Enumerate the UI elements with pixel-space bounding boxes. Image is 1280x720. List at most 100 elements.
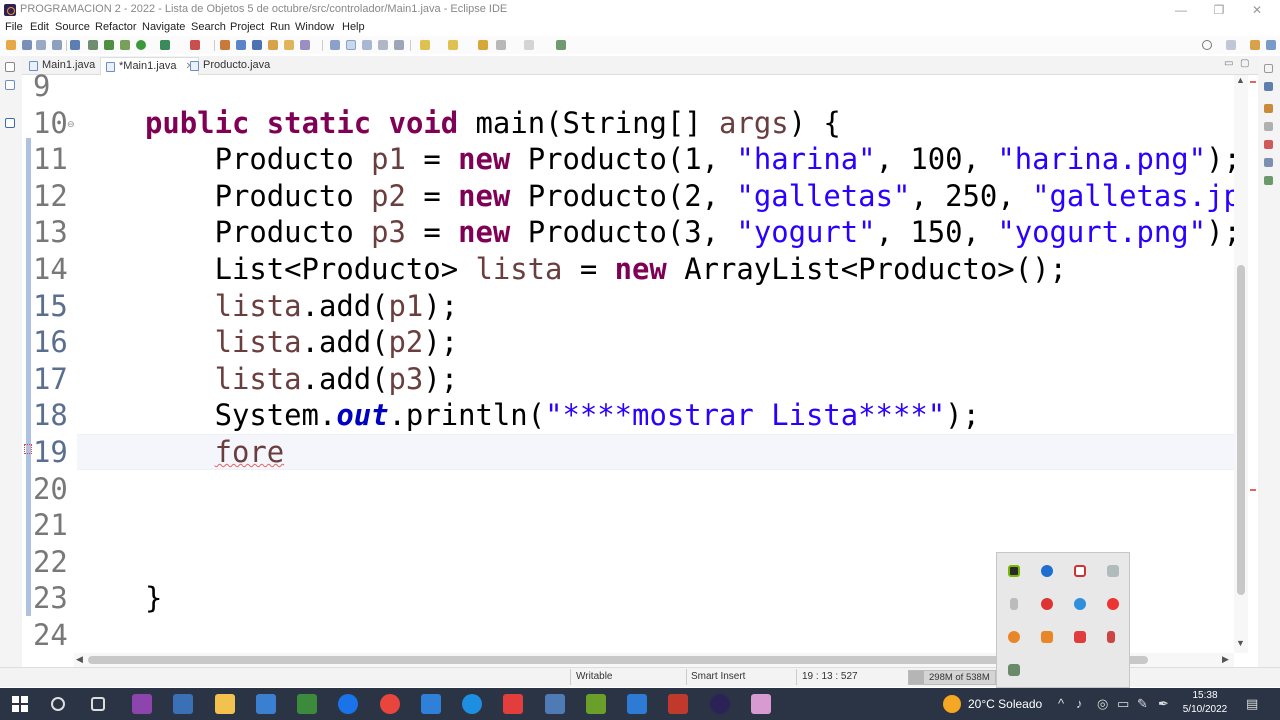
last-edit-location-icon[interactable] — [478, 40, 488, 50]
code-line[interactable]: 11 Producto p1 = new Producto(1, "harina… — [0, 141, 1241, 177]
menu-source[interactable]: Source — [55, 21, 90, 33]
scroll-thumb[interactable] — [88, 656, 1148, 664]
scroll-left-icon[interactable]: ◀ — [76, 654, 83, 665]
spreadsheet-app-icon[interactable] — [297, 694, 317, 714]
vscode-icon[interactable] — [421, 694, 441, 714]
notifications-icon[interactable]: ▤ — [1246, 696, 1258, 712]
maximize-button[interactable]: ❐ — [1200, 0, 1238, 20]
menu-file[interactable]: File — [5, 21, 23, 33]
chrome-icon[interactable] — [380, 694, 400, 714]
code-text[interactable]: Producto p1 = new Producto(1, "harina", … — [145, 141, 1241, 177]
code-line[interactable]: 13 Producto p3 = new Producto(3, "yogurt… — [0, 214, 1241, 250]
code-line[interactable]: 17 lista.add(p3); — [0, 361, 1240, 397]
code-text[interactable]: fore — [145, 434, 285, 470]
error-annotation-marker[interactable] — [1250, 489, 1256, 491]
close-button[interactable]: ✕ — [1238, 0, 1276, 20]
teamviewer-app-icon[interactable] — [462, 694, 482, 714]
chevron-up-icon[interactable]: ^ — [1058, 696, 1064, 711]
cloud-offline-icon[interactable] — [1107, 565, 1119, 577]
menu-edit[interactable]: Edit — [30, 21, 49, 33]
minimize-button[interactable]: — — [1162, 0, 1200, 20]
previous-annotation-icon[interactable] — [448, 40, 458, 50]
pilcrow-icon[interactable] — [394, 40, 404, 50]
ink-workspace-icon[interactable]: ✒ — [1158, 696, 1169, 712]
debug-icon[interactable] — [104, 40, 114, 50]
scroll-thumb[interactable] — [1237, 265, 1245, 595]
skip-breakpoints-icon[interactable] — [88, 40, 98, 50]
office-icon[interactable] — [1041, 631, 1053, 643]
scroll-up-icon[interactable]: ▲ — [1236, 75, 1245, 85]
code-line[interactable]: 9 — [0, 68, 1240, 104]
external-tools-icon[interactable] — [160, 40, 170, 50]
new-class-icon[interactable] — [252, 40, 262, 50]
screen-recorder-icon[interactable] — [1041, 598, 1053, 610]
code-line[interactable]: 10 public static void main(String[] args)… — [0, 105, 1240, 141]
globe-icon[interactable]: ◎ — [1097, 696, 1108, 712]
new-java-project-icon[interactable] — [220, 40, 230, 50]
code-text[interactable]: Producto p2 = new Producto(2, "galletas"… — [145, 178, 1241, 214]
volume-icon[interactable]: ♪ — [1076, 696, 1083, 711]
code-text[interactable]: Producto p3 = new Producto(3, "yogurt", … — [145, 214, 1241, 250]
next-annotation-icon[interactable] — [420, 40, 430, 50]
eclipse-taskbar-icon[interactable] — [710, 694, 730, 714]
mail-app-icon[interactable] — [338, 694, 358, 714]
heap-status[interactable]: 298M of 538M — [908, 670, 996, 685]
weather-label[interactable]: 20°C Soleado — [968, 697, 1042, 711]
code-line[interactable]: 19 fore — [0, 434, 1240, 470]
bluetooth-icon[interactable] — [1041, 565, 1053, 577]
menu-refactor[interactable]: Refactor — [95, 21, 137, 33]
latex-editor-icon[interactable] — [586, 694, 606, 714]
run-icon[interactable] — [136, 40, 146, 50]
problems-icon[interactable] — [1264, 122, 1273, 131]
toggle-block-selection-icon[interactable] — [346, 40, 356, 50]
save-icon[interactable] — [22, 40, 32, 50]
toggle-mark-occurrences-icon[interactable] — [330, 40, 340, 50]
word-wrap-icon[interactable] — [378, 40, 388, 50]
vertical-scrollbar[interactable]: ▲ ▼ — [1234, 75, 1248, 653]
console-icon[interactable] — [1264, 176, 1273, 185]
code-line[interactable]: 18 System.out.println("****mostrar Lista… — [0, 397, 1240, 433]
usb-device-icon[interactable] — [1010, 598, 1018, 610]
menu-window[interactable]: Window — [295, 21, 334, 33]
menu-help[interactable]: Help — [342, 21, 365, 33]
nvidia-icon[interactable] — [1008, 565, 1020, 577]
code-text[interactable]: lista.add(p2); — [145, 324, 459, 360]
menu-run[interactable]: Run — [270, 21, 290, 33]
forward-icon[interactable] — [524, 40, 534, 50]
new-package-icon[interactable] — [236, 40, 246, 50]
menu-project[interactable]: Project — [230, 21, 264, 33]
desktop-app-icon[interactable] — [256, 694, 276, 714]
winrar-icon[interactable] — [668, 694, 688, 714]
search-tool-icon[interactable] — [300, 40, 310, 50]
open-task-icon[interactable] — [284, 40, 294, 50]
error-annotation-marker[interactable] — [1250, 81, 1256, 83]
back-icon[interactable] — [496, 40, 506, 50]
pin-editor-icon[interactable] — [556, 40, 566, 50]
java-ee-perspective-icon[interactable] — [1250, 40, 1260, 50]
declaration-icon[interactable] — [1264, 158, 1273, 167]
restore-icon[interactable] — [1264, 64, 1273, 73]
menu-search[interactable]: Search — [191, 21, 226, 33]
record-icon[interactable] — [1107, 598, 1119, 610]
pen-tool-icon[interactable] — [1107, 631, 1115, 643]
save-all-icon[interactable] — [36, 40, 46, 50]
scroll-down-icon[interactable]: ▼ — [1236, 638, 1245, 648]
task-view-icon[interactable] — [91, 697, 105, 711]
photos-app-icon[interactable] — [627, 694, 647, 714]
database-app-icon[interactable] — [545, 694, 565, 714]
battery-icon[interactable]: ▭ — [1117, 696, 1129, 712]
insert-mode-status[interactable]: Smart Insert — [691, 671, 745, 682]
security-shield-icon[interactable] — [1074, 565, 1086, 577]
overview-ruler[interactable] — [1248, 75, 1258, 653]
code-line[interactable]: 20 — [0, 471, 1240, 507]
recorder-app-icon[interactable] — [503, 694, 523, 714]
stop-icon[interactable] — [190, 40, 200, 50]
system-clock[interactable]: 15:38 5/10/2022 — [1180, 689, 1230, 717]
maximize-view-icon[interactable]: ▢ — [1240, 58, 1249, 69]
terminal-icon[interactable] — [70, 40, 80, 50]
pgadmin-icon[interactable] — [173, 694, 193, 714]
network-adapter-icon[interactable] — [1008, 664, 1020, 676]
code-text[interactable]: System.out.println("****mostrar Lista***… — [145, 397, 980, 433]
open-perspective-icon[interactable] — [1226, 40, 1236, 50]
cursor-position[interactable]: 19 : 13 : 527 — [802, 671, 858, 682]
